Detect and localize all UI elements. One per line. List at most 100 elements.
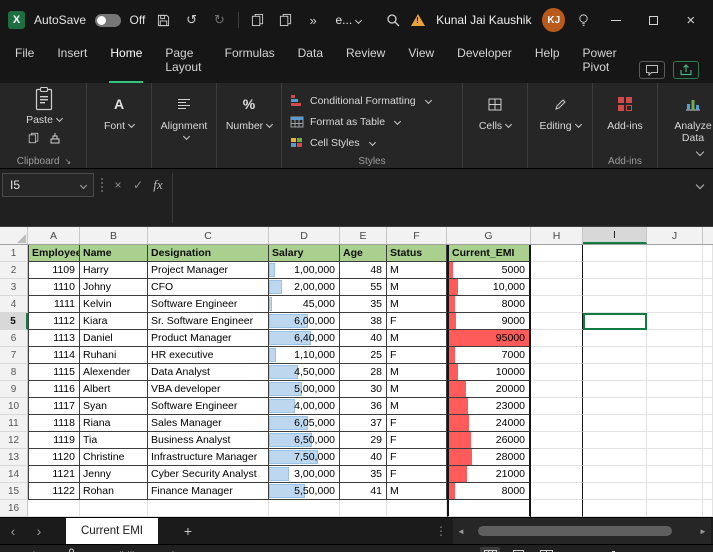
- cell-J12[interactable]: [647, 432, 703, 449]
- menu-tab-developer[interactable]: Developer: [456, 40, 513, 83]
- cell-A15[interactable]: 1122: [28, 483, 80, 500]
- cell-H13[interactable]: [531, 449, 583, 466]
- cell-E16[interactable]: [340, 500, 387, 517]
- cell-H6[interactable]: [531, 330, 583, 347]
- column-header-A[interactable]: A: [28, 227, 80, 244]
- cell-F10[interactable]: M: [387, 398, 447, 415]
- cell-I5[interactable]: [583, 313, 647, 330]
- cell-B10[interactable]: Syan: [80, 398, 148, 415]
- cell-C1[interactable]: Designation: [148, 245, 269, 262]
- cell-D7[interactable]: 1,10,000: [269, 347, 340, 364]
- cell-J14[interactable]: [647, 466, 703, 483]
- column-header-C[interactable]: C: [148, 227, 269, 244]
- insert-function-button[interactable]: fx: [148, 173, 168, 197]
- autosave-toggle[interactable]: [95, 13, 121, 27]
- cell-D6[interactable]: 6,40,000: [269, 330, 340, 347]
- cell-F11[interactable]: F: [387, 415, 447, 432]
- column-header-J[interactable]: J: [647, 227, 703, 244]
- row-header-1[interactable]: 1: [0, 245, 28, 262]
- expand-formula-bar-button[interactable]: [687, 173, 709, 197]
- menu-tab-insert[interactable]: Insert: [56, 40, 88, 83]
- sheet-tab-current-emi[interactable]: Current EMI: [66, 518, 158, 544]
- accessibility-icon[interactable]: [66, 548, 77, 552]
- conditional-formatting-button[interactable]: Conditional Formatting: [288, 91, 456, 110]
- row-header-8[interactable]: 8: [0, 364, 28, 381]
- close-button[interactable]: ×: [677, 0, 705, 40]
- warning-icon[interactable]: !: [411, 14, 426, 26]
- cell-H9[interactable]: [531, 381, 583, 398]
- avatar[interactable]: KJ: [542, 8, 566, 32]
- cell-J1[interactable]: [647, 245, 703, 262]
- cell-E10[interactable]: 36: [340, 398, 387, 415]
- share-button[interactable]: [673, 61, 699, 79]
- cell-C13[interactable]: Infrastructure Manager: [148, 449, 269, 466]
- cell-J3[interactable]: [647, 279, 703, 296]
- cell-A6[interactable]: 1113: [28, 330, 80, 347]
- cell-F8[interactable]: M: [387, 364, 447, 381]
- row-header-11[interactable]: 11: [0, 415, 28, 432]
- user-name[interactable]: Kunal Jai Kaushik: [436, 13, 531, 27]
- normal-view-button[interactable]: [480, 547, 501, 552]
- save-button[interactable]: [154, 9, 173, 31]
- cell-F14[interactable]: F: [387, 466, 447, 483]
- row-header-12[interactable]: 12: [0, 432, 28, 449]
- cell-F13[interactable]: F: [387, 449, 447, 466]
- cell-D12[interactable]: 6,50,000: [269, 432, 340, 449]
- cell-J10[interactable]: [647, 398, 703, 415]
- menu-tab-help[interactable]: Help: [534, 40, 561, 83]
- cell-A3[interactable]: 1110: [28, 279, 80, 296]
- cell-C11[interactable]: Sales Manager: [148, 415, 269, 432]
- page-break-view-button[interactable]: [536, 547, 556, 552]
- format-painter-button[interactable]: [49, 131, 61, 149]
- cell-E7[interactable]: 25: [340, 347, 387, 364]
- cell-F9[interactable]: M: [387, 381, 447, 398]
- cell-J8[interactable]: [647, 364, 703, 381]
- cell-D16[interactable]: [269, 500, 340, 517]
- cell-A10[interactable]: 1117: [28, 398, 80, 415]
- minimize-button[interactable]: [602, 0, 630, 40]
- menu-tab-data[interactable]: Data: [297, 40, 324, 83]
- cell-A12[interactable]: 1119: [28, 432, 80, 449]
- column-header-B[interactable]: B: [80, 227, 148, 244]
- menu-tab-review[interactable]: Review: [345, 40, 386, 83]
- cell-E5[interactable]: 38: [340, 313, 387, 330]
- row-header-9[interactable]: 9: [0, 381, 28, 398]
- cell-F5[interactable]: F: [387, 313, 447, 330]
- cell-G3[interactable]: 10,000: [447, 279, 531, 296]
- cell-B16[interactable]: [80, 500, 148, 517]
- cell-C14[interactable]: Cyber Security Analyst: [148, 466, 269, 483]
- cell-E8[interactable]: 28: [340, 364, 387, 381]
- formula-bar-handle[interactable]: [101, 178, 103, 192]
- cell-A9[interactable]: 1116: [28, 381, 80, 398]
- cell-B13[interactable]: Christine: [80, 449, 148, 466]
- cell-A1[interactable]: Employee: [28, 245, 80, 262]
- cell-J7[interactable]: [647, 347, 703, 364]
- cell-D1[interactable]: Salary: [269, 245, 340, 262]
- cell-F7[interactable]: F: [387, 347, 447, 364]
- cell-B12[interactable]: Tia: [80, 432, 148, 449]
- cancel-button[interactable]: ×: [108, 173, 128, 197]
- menu-tab-power-pivot[interactable]: Power Pivot: [582, 40, 618, 83]
- cell-F2[interactable]: M: [387, 262, 447, 279]
- cell-B3[interactable]: Johny: [80, 279, 148, 296]
- cell-F1[interactable]: Status: [387, 245, 447, 262]
- enter-button[interactable]: ✓: [128, 173, 148, 197]
- cell-E15[interactable]: 41: [340, 483, 387, 500]
- restore-button[interactable]: [639, 0, 667, 40]
- row-header-16[interactable]: 16: [0, 500, 28, 517]
- cell-G13[interactable]: 28000: [447, 449, 531, 466]
- cell-B15[interactable]: Rohan: [80, 483, 148, 500]
- cell-H8[interactable]: [531, 364, 583, 381]
- excel-logo-icon[interactable]: X: [8, 11, 25, 29]
- cell-F4[interactable]: M: [387, 296, 447, 313]
- menu-tab-view[interactable]: View: [407, 40, 435, 83]
- row-header-14[interactable]: 14: [0, 466, 28, 483]
- cell-G15[interactable]: 8000: [447, 483, 531, 500]
- add-sheet-button[interactable]: +: [178, 523, 198, 539]
- cell-C8[interactable]: Data Analyst: [148, 364, 269, 381]
- column-header-F[interactable]: F: [387, 227, 447, 244]
- font-button[interactable]: A Font: [93, 86, 145, 132]
- comments-button[interactable]: [639, 61, 665, 79]
- cell-I15[interactable]: [583, 483, 647, 500]
- cell-G11[interactable]: 24000: [447, 415, 531, 432]
